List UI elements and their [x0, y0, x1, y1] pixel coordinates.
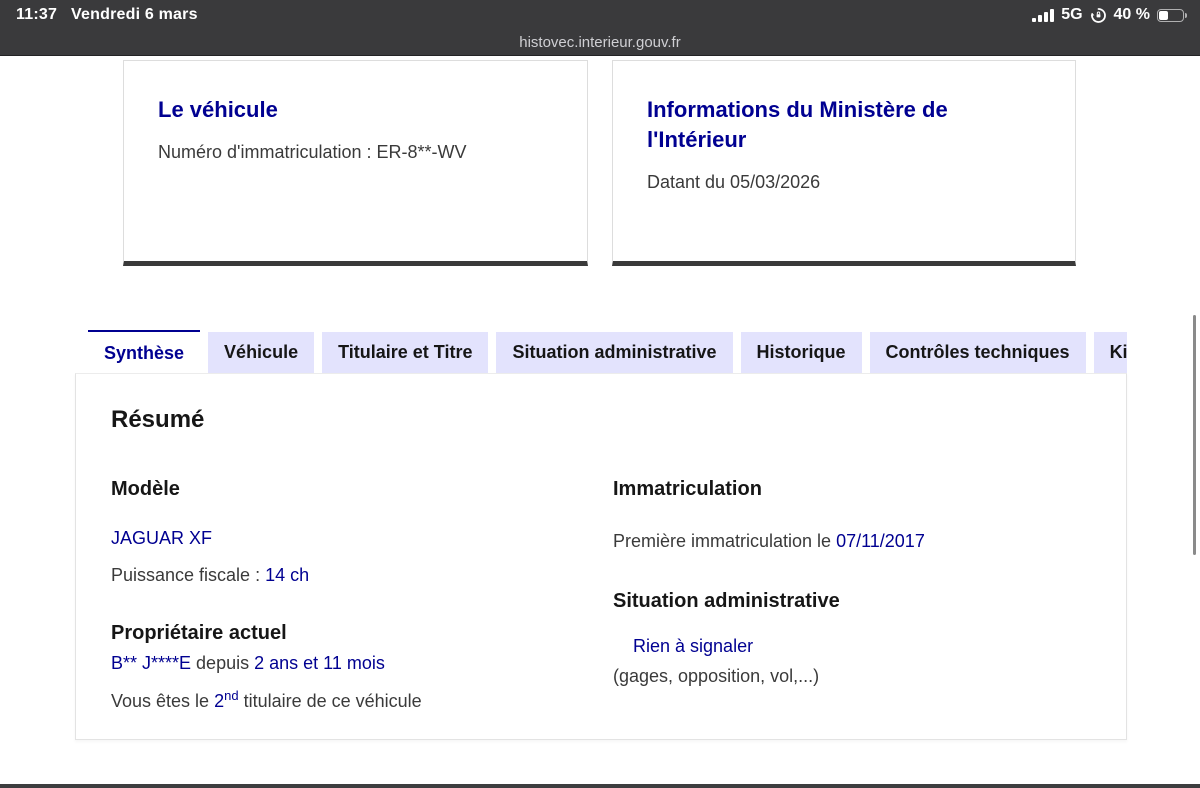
status-date: Vendredi 6 mars: [71, 6, 198, 23]
tab-vehicule[interactable]: Véhicule: [208, 332, 315, 373]
admin-situation-heading: Situation administrative: [613, 590, 840, 612]
panel-title: Résumé: [111, 406, 205, 433]
status-row: 11:37 Vendredi 6 mars 5G 40 %: [0, 0, 1200, 30]
vehicle-card: Le véhicule Numéro d'immatriculation : E…: [123, 60, 588, 266]
status-left: 11:37 Vendredi 6 mars: [16, 6, 198, 24]
owner-since-label: depuis: [191, 653, 255, 673]
fiscal-power-line: Puissance fiscale : 14 ch: [111, 563, 581, 588]
holder-number: 2: [214, 691, 225, 711]
tab-titulaire-et-titre[interactable]: Titulaire et Titre: [322, 332, 489, 373]
admin-status-note: (gages, opposition, vol,...): [613, 666, 820, 686]
battery-percent-label: 40 %: [1113, 6, 1150, 23]
battery-icon: [1157, 8, 1187, 22]
report-tabs: Synthèse Véhicule Titulaire et Titre Sit…: [75, 330, 1127, 373]
tab-historique[interactable]: Historique: [740, 332, 862, 373]
status-time: 11:37: [16, 6, 58, 23]
tab-controles-techniques[interactable]: Contrôles techniques: [869, 332, 1086, 373]
fiscal-power-label: Puissance fiscale :: [111, 565, 266, 585]
holder-prefix: Vous êtes le: [111, 691, 215, 711]
url-text: histovec.interieur.gouv.fr: [519, 34, 681, 51]
status-bar: 11:37 Vendredi 6 mars 5G 40 % histovec.i…: [0, 0, 1200, 56]
vehicle-card-registration: Numéro d'immatriculation : ER-8**-WV: [158, 142, 467, 162]
first-registration-date: 07/11/2017: [836, 531, 925, 551]
owner-heading: Propriétaire actuel: [111, 622, 287, 644]
safari-window: 11:37 Vendredi 6 mars 5G 40 % histovec.i…: [0, 0, 1200, 788]
model-name-value: JAGUAR XF: [111, 528, 213, 548]
ministry-card-title: Informations du Ministère de l'Intérieur: [647, 97, 948, 152]
vertical-scrollbar[interactable]: [1193, 315, 1196, 555]
fiscal-power-value: 14 ch: [265, 565, 310, 585]
tab-situation-administrative[interactable]: Situation administrative: [496, 332, 733, 373]
tab-synthese[interactable]: Synthèse: [88, 330, 201, 373]
ministry-info-card: Informations du Ministère de l'Intérieur…: [612, 60, 1076, 266]
panel-right-column: Immatriculation Première immatriculation…: [613, 477, 1083, 689]
network-type-label: 5G: [1061, 6, 1083, 23]
panel-left-column: Modèle JAGUAR XF Puissance fiscale : 14 …: [111, 477, 581, 714]
owner-name-value: B** J****E: [111, 653, 192, 673]
cellular-signal-icon: [1032, 8, 1055, 22]
vehicle-card-title: Le véhicule: [158, 97, 278, 122]
first-registration-label: Première immatriculation le: [613, 531, 837, 551]
bottom-edge-bar: [0, 784, 1200, 788]
owner-line: B** J****E depuis 2 ans et 11 mois: [111, 651, 581, 676]
model-heading: Modèle: [111, 478, 180, 500]
battery-nub: [1184, 13, 1187, 18]
battery-fill: [1159, 10, 1169, 20]
address-bar[interactable]: histovec.interieur.gouv.fr: [0, 30, 1200, 56]
rotation-lock-icon: [1090, 7, 1107, 24]
synthese-panel: Résumé Modèle JAGUAR XF Puissance fiscal…: [75, 373, 1127, 740]
ministry-card-date: Datant du 05/03/2026: [647, 172, 821, 192]
holder-line: Vous êtes le 2nd titulaire de ce véhicul…: [111, 683, 581, 714]
first-registration-line: Première immatriculation le 07/11/2017: [613, 529, 1083, 554]
holder-ordinal: nd: [224, 688, 239, 703]
owner-since-value: 2 ans et 11 mois: [254, 653, 385, 673]
holder-suffix: titulaire de ce véhicule: [238, 691, 422, 711]
status-right: 5G 40 %: [1032, 6, 1187, 24]
registration-heading: Immatriculation: [613, 478, 762, 500]
tab-kilometrage[interactable]: Kilométrage: [1093, 332, 1127, 373]
admin-status-value: Rien à signaler: [633, 636, 754, 656]
